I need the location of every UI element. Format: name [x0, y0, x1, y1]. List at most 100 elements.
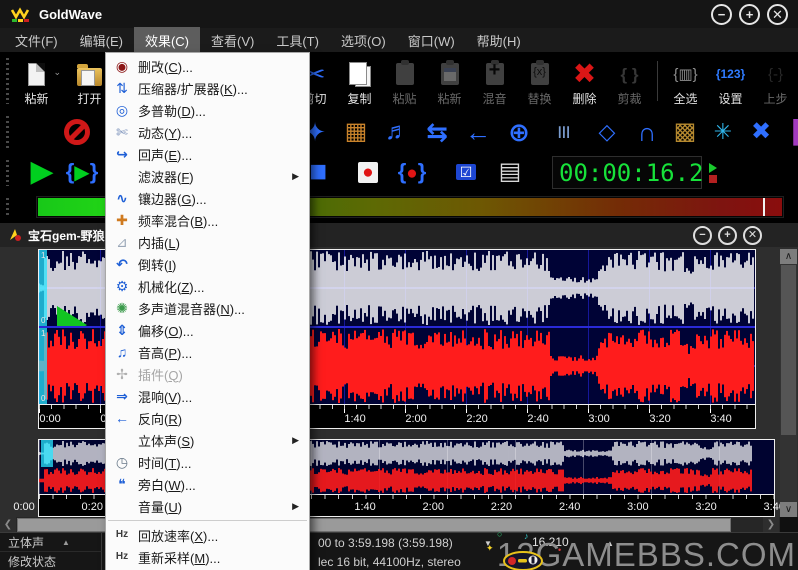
delete-button[interactable]: ✖ 删除: [562, 55, 607, 107]
toolbar-button-label: 复制: [347, 92, 372, 106]
menu-item-plugin[interactable]: ✢ 插件(Q): [106, 363, 309, 385]
doc-close-button[interactable]: ✕: [743, 225, 762, 245]
minimize-button[interactable]: −: [711, 3, 732, 25]
menu-item-dynamics[interactable]: ✄ 动态(Y)...: [106, 121, 309, 143]
axis-tick-label: 2:00: [422, 501, 444, 513]
toolbar-grip[interactable]: [6, 160, 9, 186]
axis-tick-label: 2:40: [558, 501, 581, 513]
menu-item-volume[interactable]: 音量(U) ▶: [106, 495, 309, 517]
volume-shape-icon: ◇: [598, 119, 616, 144]
filter-arch-icon: ∩: [637, 117, 657, 147]
menu-item-label: 动态(Y)...: [138, 125, 193, 141]
maximize-button[interactable]: +: [739, 3, 760, 25]
replace-button[interactable]: 替换: [517, 55, 562, 107]
scroll-right-icon[interactable]: ❯: [763, 517, 779, 533]
menu-item-0[interactable]: 文件(F): [4, 27, 69, 54]
monitor-button[interactable]: ☑: [446, 155, 486, 189]
doc-maximize-button[interactable]: +: [718, 225, 737, 245]
noise-reduction-button[interactable]: ✖: [742, 114, 780, 150]
meter-zero-marker: [763, 198, 766, 216]
dropdown-caret-icon[interactable]: ⌄: [53, 67, 61, 78]
edge-cut-button[interactable]: ▌: [782, 114, 798, 150]
no-entry-button[interactable]: [58, 114, 96, 150]
reverse-arrow-button[interactable]: ←: [459, 114, 497, 150]
menu-item-interpolate[interactable]: ⊿ 内插(L): [106, 231, 309, 253]
set-selection-button[interactable]: {123} 设置: [708, 55, 753, 107]
submenu-arrow-icon: ▶: [292, 434, 299, 445]
monitor-icon: ☑: [455, 164, 477, 180]
menu-item-filter[interactable]: 滤波器(F) ▶: [106, 165, 309, 187]
vertical-scrollbar[interactable]: ∧ ∨: [780, 249, 797, 517]
menu-item-resample[interactable]: Hz 重新采样(M)...: [106, 546, 309, 568]
scroll-up-icon[interactable]: ∧: [780, 249, 797, 264]
reverse-icon: ←: [115, 410, 129, 426]
menu-item-playback-rate[interactable]: Hz 回放速率(X)...: [106, 524, 309, 546]
record-selection-button[interactable]: {●}: [392, 155, 432, 189]
trim-button[interactable]: { } 剪裁: [607, 55, 652, 107]
noise-spectrum-button[interactable]: ▩: [666, 114, 704, 150]
toolbar-grip[interactable]: [6, 198, 9, 216]
equalizer-sliders-button[interactable]: ≡: [544, 114, 582, 150]
menu-item-voice-over[interactable]: ❝ 旁白(W)...: [106, 473, 309, 495]
menu-item-3[interactable]: 查看(V): [200, 27, 265, 54]
menu-item-2[interactable]: 效果(C): [133, 26, 200, 54]
dynamics-icon: ✄: [116, 124, 128, 140]
record-new-button[interactable]: ●: [348, 155, 388, 189]
menu-item-stereo[interactable]: 立体声(S) ▶: [106, 429, 309, 451]
doc-minimize-button[interactable]: −: [693, 225, 712, 245]
menu-item-invert[interactable]: ↶ 倒转(I): [106, 253, 309, 275]
mixer-colors-button[interactable]: ▦: [337, 114, 375, 150]
filter-arch-button[interactable]: ∩: [628, 114, 666, 150]
menu-item-mechanize[interactable]: ⚙ 机械化(Z)...: [106, 275, 309, 297]
menu-item-label: 混响(V)...: [138, 389, 193, 405]
volume-shape-button[interactable]: ◇: [588, 114, 626, 150]
previous-button[interactable]: {-} 上步: [753, 55, 798, 107]
new-button[interactable]: 粘新 ⌄: [14, 55, 61, 107]
axis-tick-label: 3:20: [695, 501, 717, 513]
menu-item-flanger[interactable]: ∿ 镶边器(G)...: [106, 187, 309, 209]
menu-item-4[interactable]: 工具(T): [265, 27, 330, 54]
offset-circle-button[interactable]: ⊕: [500, 114, 538, 150]
paste-new-button[interactable]: 粘新: [427, 55, 472, 107]
menu-item-echo[interactable]: ↪ 回声(E)...: [106, 143, 309, 165]
vertical-scroll-thumb[interactable]: [781, 265, 796, 435]
pitch-staff-button[interactable]: ♬: [378, 114, 416, 150]
menu-item-reverb[interactable]: ⇒ 混响(V)...: [106, 385, 309, 407]
toolbar-grip[interactable]: [6, 116, 9, 148]
menu-item-5[interactable]: 选项(O): [330, 27, 397, 54]
menu-item-doppler[interactable]: ◎ 多普勒(D)...: [106, 99, 309, 121]
menu-item-multichannel-mixer[interactable]: ✺ 多声道混音器(N)...: [106, 297, 309, 319]
close-button[interactable]: ✕: [767, 3, 788, 25]
interpolate-spark-button[interactable]: ✳: [704, 114, 742, 150]
channel-mode-cell[interactable]: 立体声 ▲: [0, 533, 102, 552]
menu-item-reverse[interactable]: ← 反向(R): [106, 407, 309, 429]
swap-channels-button[interactable]: ⇆: [418, 114, 456, 150]
axis-tick-label: 2:00: [405, 413, 427, 425]
menu-item-time[interactable]: ◷ 时间(T)...: [106, 451, 309, 473]
doppler-icon: ◎: [115, 102, 129, 118]
scroll-left-icon[interactable]: ❮: [0, 517, 16, 533]
menu-item-pitch[interactable]: ♫ 音高(P)...: [106, 341, 309, 363]
menu-item-offset[interactable]: ⇕ 偏移(O)...: [106, 319, 309, 341]
menu-bar: 文件(F) 编辑(E) 效果(C) 查看(V) 工具(T) 选项(O) 窗口(W) 帮助(H): [0, 26, 798, 54]
menu-item-censor[interactable]: ◉ 删改(C)...: [106, 55, 309, 77]
toolbar-button-label: 替换: [527, 92, 552, 106]
play-selection-button[interactable]: {▶}: [62, 155, 102, 189]
channel-mode-label: 立体声: [8, 535, 45, 550]
axis-tick-label: 3:40: [710, 413, 732, 425]
scroll-down-icon[interactable]: ∨: [780, 502, 797, 517]
menu-item-1[interactable]: 编辑(E): [69, 27, 134, 54]
toolbar-grip[interactable]: [6, 58, 9, 104]
reverb-icon: ⇒: [116, 388, 128, 404]
copy-button[interactable]: 复制: [337, 55, 382, 107]
mix-button[interactable]: 混音: [472, 55, 517, 107]
properties-button[interactable]: ▤: [490, 155, 530, 189]
menu-item-7[interactable]: 帮助(H): [466, 27, 532, 54]
menu-item-6[interactable]: 窗口(W): [397, 27, 466, 54]
select-all-button[interactable]: {▥} 全选: [663, 55, 708, 107]
copy-icon: [348, 61, 371, 87]
play-button[interactable]: ▶: [22, 155, 62, 189]
paste-button[interactable]: 粘贴: [382, 55, 427, 107]
menu-item-frequency-blend[interactable]: ✚ 频率混合(B)...: [106, 209, 309, 231]
menu-item-compressor-expander[interactable]: ⇅ 压缩器/扩展器(K)...: [106, 77, 309, 99]
